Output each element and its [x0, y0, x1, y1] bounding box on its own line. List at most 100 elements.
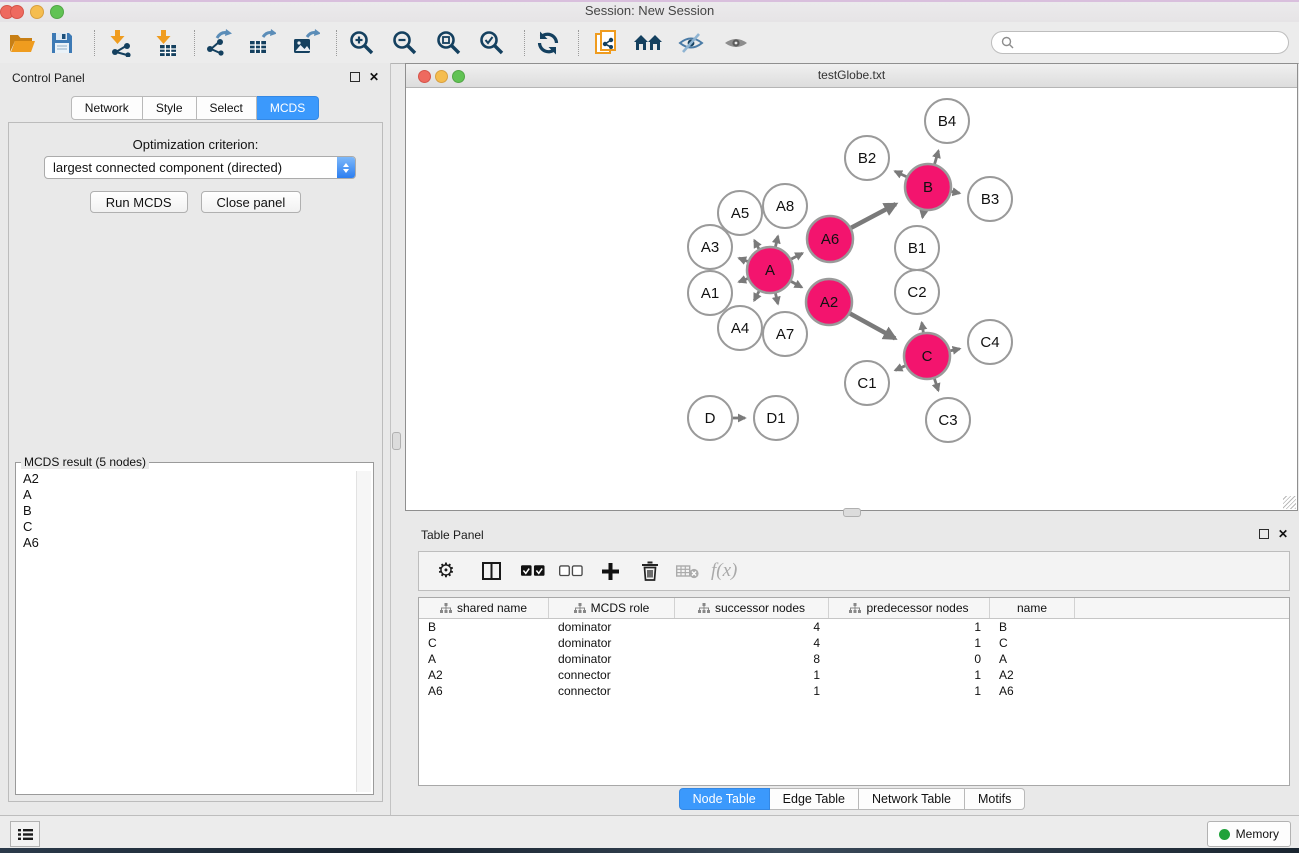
column-header-mcds-role[interactable]: MCDS role	[549, 598, 675, 618]
graph-node-A1[interactable]: A1	[688, 271, 732, 315]
graph-node-A8[interactable]: A8	[763, 184, 807, 228]
homes-icon[interactable]	[631, 27, 665, 59]
graph-node-A4[interactable]: A4	[718, 306, 762, 350]
graph-node-B1[interactable]: B1	[895, 226, 939, 270]
float-panel-icon[interactable]	[350, 72, 360, 82]
tab-network-table[interactable]: Network Table	[859, 788, 965, 810]
add-column-icon[interactable]	[598, 562, 622, 581]
table-cell[interactable]: connector	[549, 684, 675, 698]
delete-trash-icon[interactable]	[638, 561, 662, 581]
graph-node-C1[interactable]: C1	[845, 361, 889, 405]
table-cell[interactable]: connector	[549, 668, 675, 682]
table-cell[interactable]: A	[990, 652, 1075, 666]
close-window-button[interactable]	[10, 5, 24, 19]
float-table-panel-icon[interactable]	[1259, 529, 1269, 539]
table-cell[interactable]: B	[990, 620, 1075, 634]
tab-select[interactable]: Select	[197, 96, 257, 120]
mcds-result-item[interactable]: C	[18, 519, 356, 535]
close-table-panel-icon[interactable]: ✕	[1278, 529, 1288, 539]
graph-node-A6[interactable]: A6	[807, 216, 853, 262]
eye-slash-icon[interactable]	[674, 27, 708, 59]
graph-node-D1[interactable]: D1	[754, 396, 798, 440]
table-cell[interactable]: C	[419, 636, 549, 650]
task-history-button[interactable]	[10, 821, 40, 847]
import-network-icon[interactable]	[103, 27, 137, 59]
table-cell[interactable]: A6	[419, 684, 549, 698]
graph-node-C4[interactable]: C4	[968, 320, 1012, 364]
export-image-icon[interactable]	[289, 27, 323, 59]
column-layout-icon[interactable]	[479, 562, 503, 580]
table-row[interactable]: Adominator80A	[419, 651, 1289, 667]
table-cell[interactable]: 1	[829, 636, 990, 650]
run-mcds-button[interactable]: Run MCDS	[90, 191, 188, 213]
column-header-name[interactable]: name	[990, 598, 1075, 618]
tab-node-table[interactable]: Node Table	[679, 788, 770, 810]
minimize-window-button[interactable]	[30, 5, 44, 19]
table-cell[interactable]: 0	[829, 652, 990, 666]
table-cell[interactable]: 4	[675, 620, 829, 634]
table-cell[interactable]: 1	[675, 684, 829, 698]
tab-edge-table[interactable]: Edge Table	[770, 788, 859, 810]
table-cell[interactable]: A2	[990, 668, 1075, 682]
refresh-icon[interactable]	[531, 27, 565, 59]
select-all-checkboxes-icon[interactable]	[521, 565, 545, 577]
column-header-successor-nodes[interactable]: successor nodes	[675, 598, 829, 618]
graph-node-A7[interactable]: A7	[763, 312, 807, 356]
maximize-network-window-button[interactable]	[452, 70, 465, 83]
export-table-icon[interactable]	[245, 27, 279, 59]
table-cell[interactable]: 8	[675, 652, 829, 666]
table-cell[interactable]: 1	[829, 684, 990, 698]
result-scrollbar[interactable]	[356, 471, 371, 792]
mcds-result-item[interactable]: A6	[18, 535, 356, 551]
zoom-selected-icon[interactable]	[475, 27, 509, 59]
table-cell[interactable]: A6	[990, 684, 1075, 698]
save-session-icon[interactable]	[45, 27, 79, 59]
graph-edge-A2-C[interactable]	[847, 312, 896, 339]
search-input[interactable]	[1014, 35, 1279, 51]
graph-node-B4[interactable]: B4	[925, 99, 969, 143]
graph-node-C[interactable]: C	[904, 333, 950, 379]
network-canvas[interactable]: AA1A2A3A4A5A6A7A8BB1B2B3B4CC1C2C3C4DD1	[406, 88, 1297, 510]
memory-button[interactable]: Memory	[1207, 821, 1291, 847]
criterion-select[interactable]: largest connected component (directed)	[44, 156, 356, 179]
clone-network-icon[interactable]	[590, 27, 624, 59]
column-header-shared-name[interactable]: shared name	[419, 598, 549, 618]
zoom-out-icon[interactable]	[388, 27, 422, 59]
graph-node-C3[interactable]: C3	[926, 398, 970, 442]
table-cell[interactable]: 1	[829, 668, 990, 682]
import-table-icon[interactable]	[149, 27, 183, 59]
graph-node-A[interactable]: A	[747, 247, 793, 293]
window-resize-grip-icon[interactable]	[1283, 496, 1296, 509]
open-session-icon[interactable]	[5, 27, 39, 59]
mcds-result-item[interactable]: A2	[18, 471, 356, 487]
graph-node-A5[interactable]: A5	[718, 191, 762, 235]
search-box[interactable]	[991, 31, 1289, 54]
vertical-splitter-handle[interactable]	[392, 432, 401, 450]
table-row[interactable]: A2connector11A2	[419, 667, 1289, 683]
column-header-predecessor-nodes[interactable]: predecessor nodes	[829, 598, 990, 618]
table-cell[interactable]: dominator	[549, 652, 675, 666]
table-cell[interactable]: C	[990, 636, 1075, 650]
mcds-result-item[interactable]: B	[18, 503, 356, 519]
table-row[interactable]: Bdominator41B	[419, 619, 1289, 635]
zoom-fit-icon[interactable]	[432, 27, 466, 59]
close-network-window-button[interactable]	[418, 70, 431, 83]
tab-motifs[interactable]: Motifs	[965, 788, 1025, 810]
table-row[interactable]: A6connector11A6	[419, 683, 1289, 699]
table-cell[interactable]: 4	[675, 636, 829, 650]
eye-icon[interactable]	[719, 27, 753, 59]
graph-node-A2[interactable]: A2	[806, 279, 852, 325]
table-cell[interactable]: dominator	[549, 620, 675, 634]
tab-network[interactable]: Network	[71, 96, 143, 120]
graph-node-D[interactable]: D	[688, 396, 732, 440]
table-cell[interactable]: A2	[419, 668, 549, 682]
graph-node-B3[interactable]: B3	[968, 177, 1012, 221]
maximize-window-button[interactable]	[50, 5, 64, 19]
table-cell[interactable]: A	[419, 652, 549, 666]
table-cell[interactable]: dominator	[549, 636, 675, 650]
table-row[interactable]: Cdominator41C	[419, 635, 1289, 651]
close-panel-icon[interactable]: ✕	[369, 72, 379, 82]
settings-gear-icon[interactable]: ⚙	[434, 561, 458, 581]
tab-mcds[interactable]: MCDS	[257, 96, 319, 120]
deselect-checkboxes-icon[interactable]	[559, 565, 583, 577]
